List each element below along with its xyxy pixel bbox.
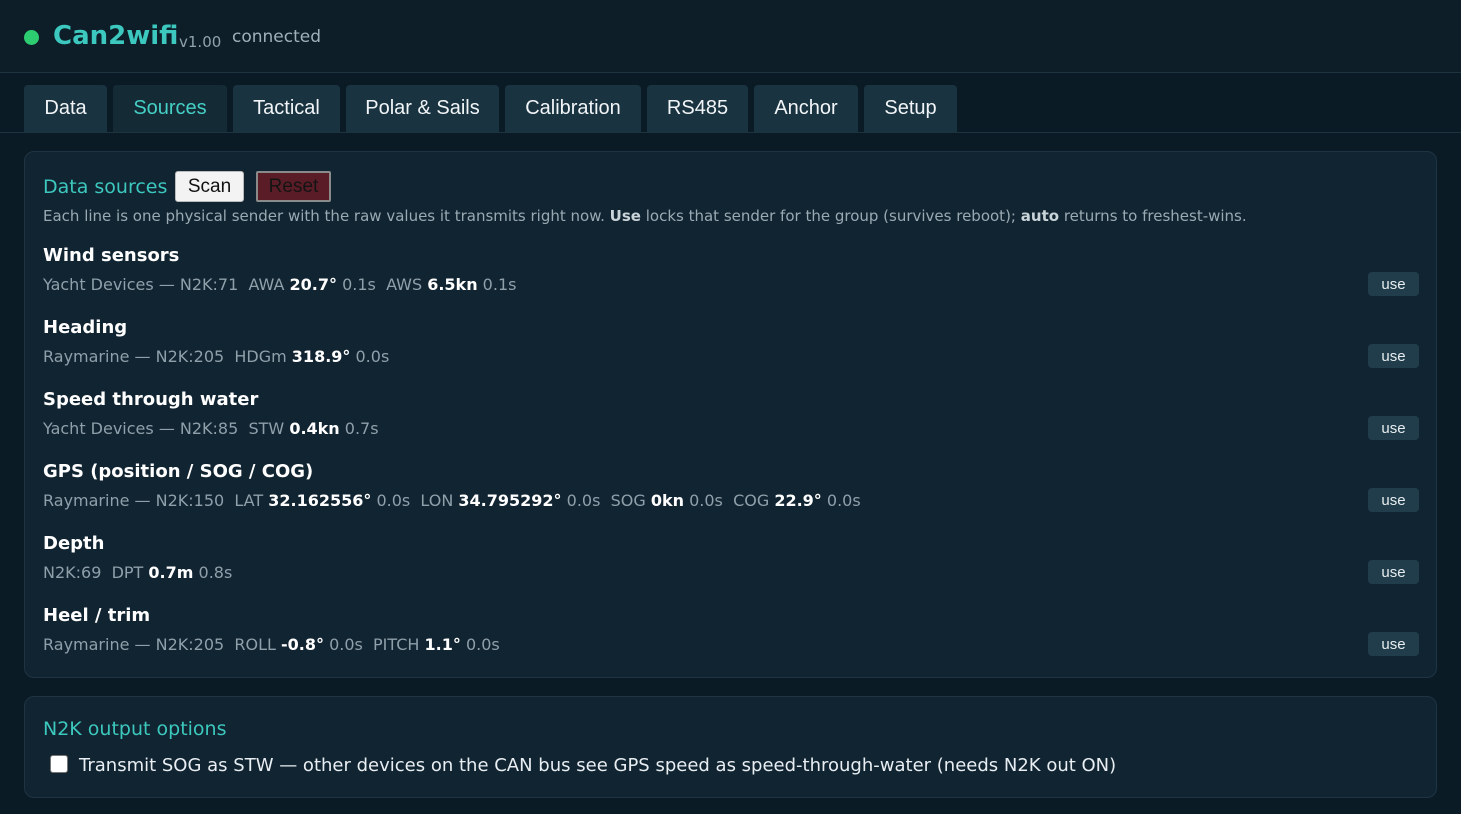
group-title: Heel / trim [43, 605, 151, 626]
sender-line: Yacht Devices — N2K:85 STW 0.4kn 0.7s [43, 419, 379, 438]
sender-name: Raymarine — N2K:150 [43, 491, 225, 510]
sender-name: Raymarine — N2K:205 [43, 347, 225, 366]
scan-button[interactable]: Scan [175, 171, 244, 202]
app-version: v1.00 [179, 33, 222, 51]
tab-polar-sails[interactable]: Polar & Sails [346, 85, 499, 132]
source-group-heel: Heel / trim Raymarine — N2K:205 ROLL -0.… [43, 605, 1419, 665]
tab-tactical[interactable]: Tactical [233, 85, 340, 132]
tab-rs485[interactable]: RS485 [647, 85, 748, 132]
source-group-gps: GPS (position / SOG / COG) Raymarine — N… [43, 461, 1419, 521]
transmit-sog-label[interactable]: Transmit SOG as STW — other devices on t… [79, 755, 1116, 776]
reset-button[interactable]: Reset [256, 171, 331, 202]
group-title: Speed through water [43, 389, 259, 410]
tab-setup[interactable]: Setup [864, 85, 957, 132]
group-title: GPS (position / SOG / COG) [43, 461, 314, 482]
sender-name: Yacht Devices — N2K:85 [43, 419, 239, 438]
connection-status-dot [24, 30, 39, 45]
use-button[interactable]: use [1368, 560, 1419, 584]
source-group-depth: Depth N2K:69 DPT 0.7m 0.8s use [43, 533, 1419, 593]
tab-calibration[interactable]: Calibration [505, 85, 641, 132]
source-group-heading: Heading Raymarine — N2K:205 HDGm 318.9° … [43, 317, 1419, 377]
tab-sources[interactable]: Sources [113, 85, 227, 132]
data-sources-card: Data sources Scan Reset Each line is one… [24, 151, 1437, 678]
n2k-output-card: N2K output options Transmit SOG as STW —… [24, 696, 1437, 798]
data-sources-description: Each line is one physical sender with th… [43, 207, 1247, 225]
use-button[interactable]: use [1368, 488, 1419, 512]
sender-name: N2K:69 [43, 563, 102, 582]
source-group-stw: Speed through water Yacht Devices — N2K:… [43, 389, 1419, 449]
connection-status-text: connected [232, 27, 322, 47]
use-button[interactable]: use [1368, 416, 1419, 440]
source-group-wind: Wind sensors Yacht Devices — N2K:71 AWA … [43, 245, 1419, 305]
tab-bar: Data Sources Tactical Polar & Sails Cali… [0, 73, 1461, 133]
data-sources-title: Data sources [43, 176, 168, 198]
sender-line: Yacht Devices — N2K:71 AWA 20.7° 0.1s AW… [43, 275, 517, 294]
sender-name: Raymarine — N2K:205 [43, 635, 225, 654]
sender-line: Raymarine — N2K:150 LAT 32.162556° 0.0s … [43, 491, 861, 510]
transmit-sog-checkbox[interactable] [50, 755, 68, 773]
group-title: Depth [43, 533, 105, 554]
app-title: Can2wifi [53, 21, 179, 51]
sender-line: Raymarine — N2K:205 HDGm 318.9° 0.0s [43, 347, 390, 366]
use-button[interactable]: use [1368, 344, 1419, 368]
group-title: Heading [43, 317, 128, 338]
group-title: Wind sensors [43, 245, 180, 266]
tab-anchor[interactable]: Anchor [754, 85, 858, 132]
use-button[interactable]: use [1368, 632, 1419, 656]
sender-line: Raymarine — N2K:205 ROLL -0.8° 0.0s PITC… [43, 635, 500, 654]
n2k-output-title: N2K output options [43, 718, 227, 740]
sender-name: Yacht Devices — N2K:71 [43, 275, 239, 294]
use-button[interactable]: use [1368, 272, 1419, 296]
tab-data[interactable]: Data [24, 85, 107, 132]
app-header: Can2wifi v1.00 connected [0, 0, 1461, 73]
sender-line: N2K:69 DPT 0.7m 0.8s [43, 563, 233, 582]
